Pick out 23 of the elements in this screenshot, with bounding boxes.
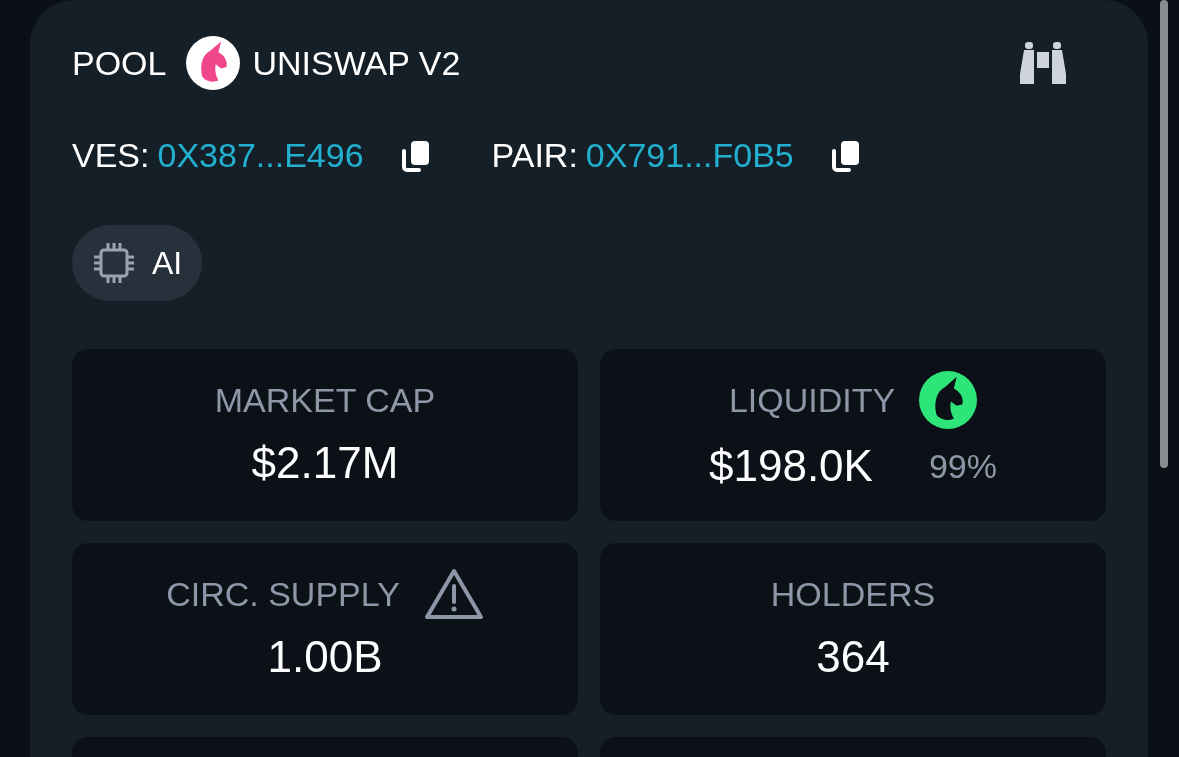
tag-chip[interactable]: AI (72, 225, 203, 301)
stat-label: LIQUIDITY (728, 379, 896, 421)
address-link[interactable]: 0X791...F0B5 (585, 130, 794, 181)
chip-icon (92, 241, 136, 285)
stat-value: $2.17M (251, 436, 399, 489)
binoculars-icon[interactable] (1018, 40, 1068, 86)
copy-icon[interactable] (829, 138, 862, 173)
address-link[interactable]: 0X387...E496 (157, 130, 364, 181)
copy-icon[interactable] (399, 138, 432, 173)
address-label: PAIR: (491, 135, 578, 176)
stat-label: MARKET CAP (214, 379, 436, 421)
stat-label: HOLDERS (770, 573, 936, 615)
address-label: VES: (72, 135, 150, 176)
stat-value: 364 (816, 630, 890, 683)
percent-label: 99% (928, 445, 997, 487)
unicorn-logo (186, 36, 241, 90)
stat-value: 1.00B (267, 631, 383, 683)
stat-label: CIRC. SUPPLY (166, 573, 400, 615)
scrollbar-thumb[interactable] (1160, 0, 1168, 468)
pool-label: POOL (72, 42, 167, 84)
dex-name: UNISWAP V2 (252, 42, 461, 84)
unicorn-icon (919, 371, 978, 429)
stat-value: $198.0K (709, 440, 873, 492)
